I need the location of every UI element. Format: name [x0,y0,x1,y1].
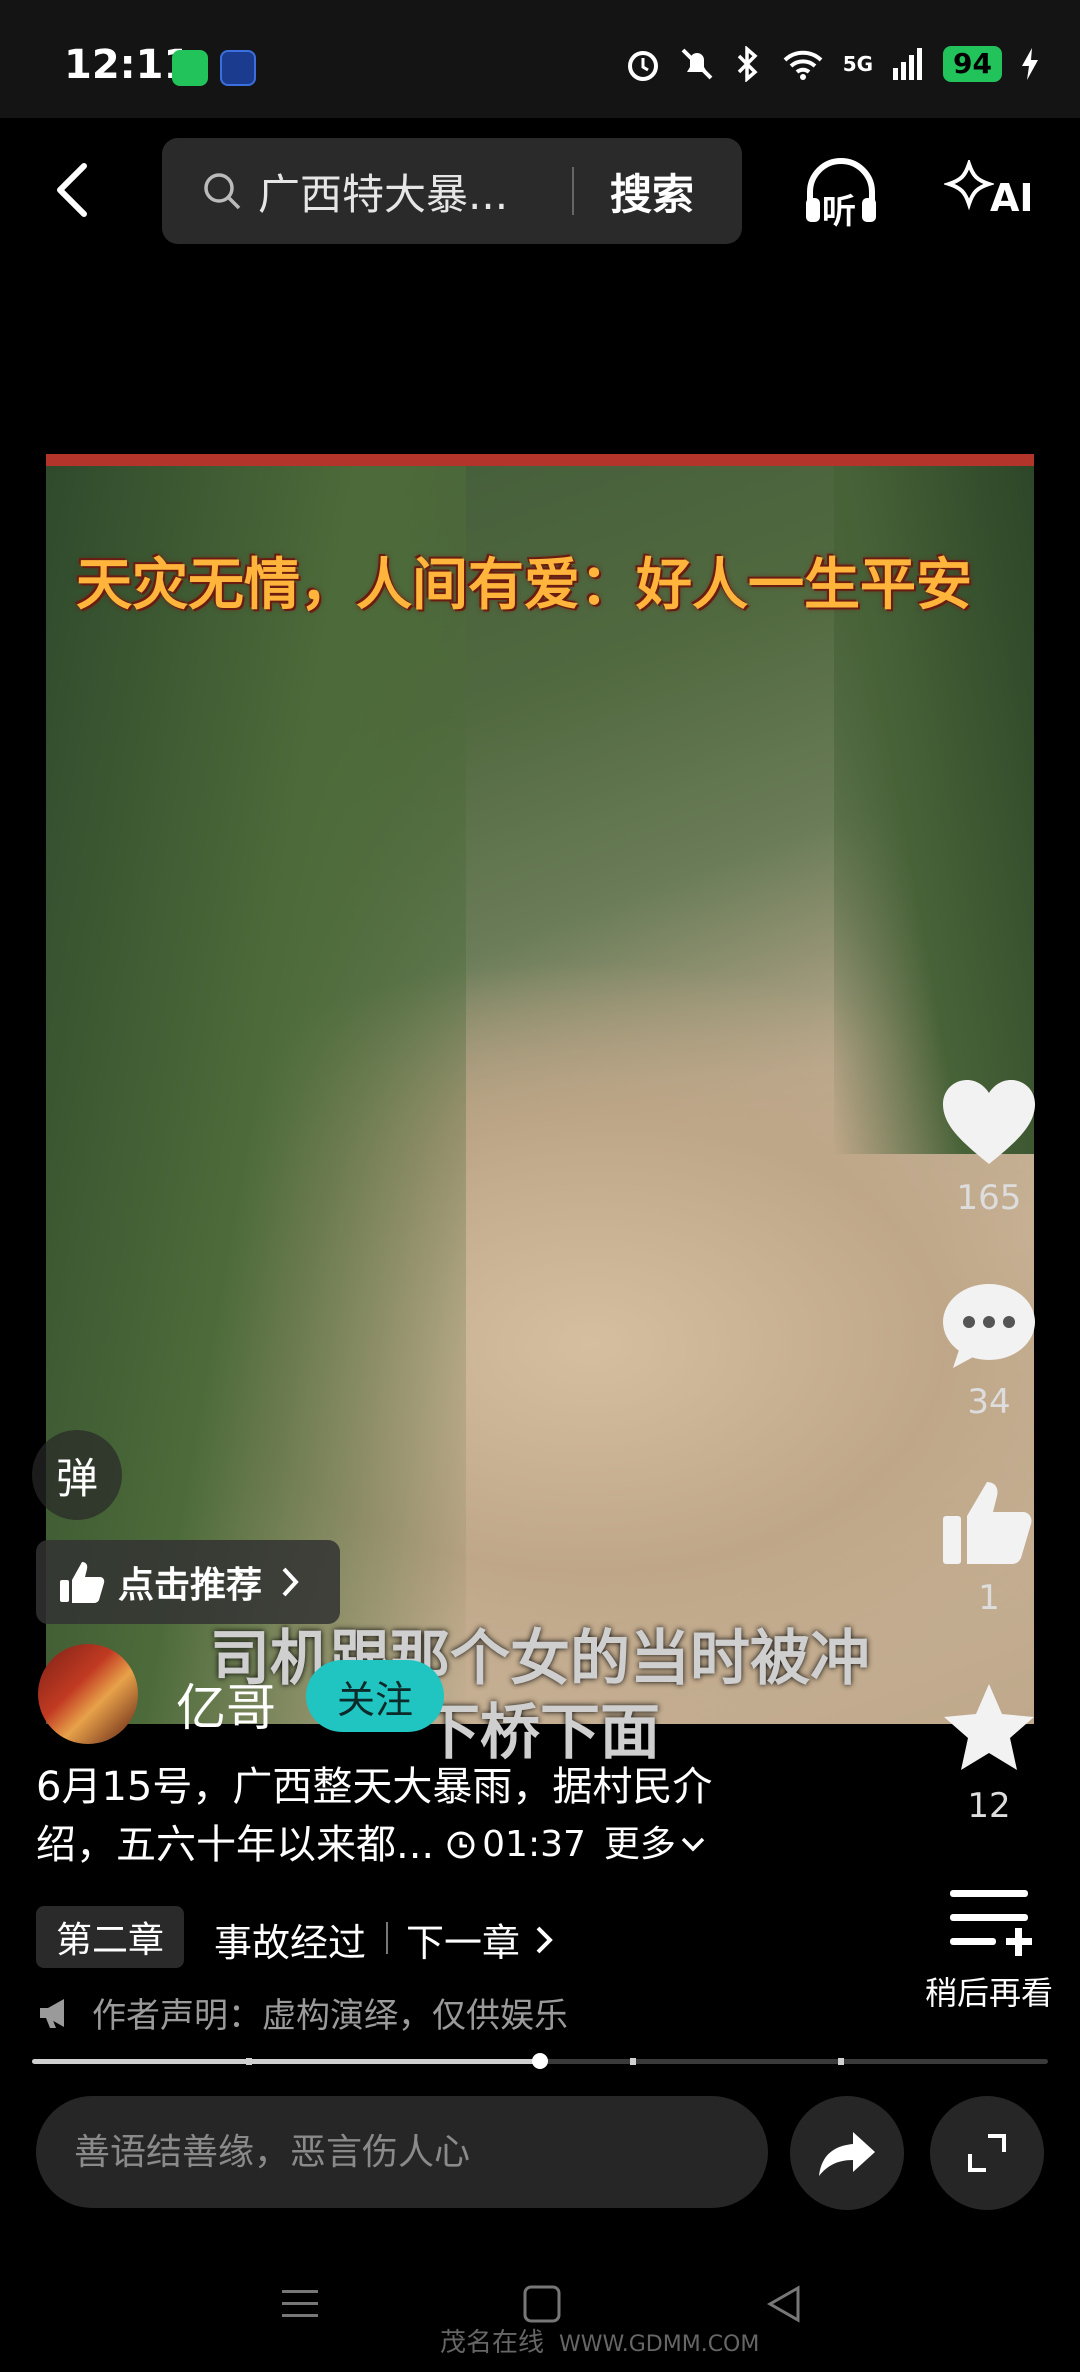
watch-later-button[interactable]: 稍后再看 [918,1884,1060,2014]
chapter-marker [838,2058,844,2065]
playlist-add-icon [950,1890,1032,1956]
ai-button[interactable]: AI [944,150,1034,232]
search-icon [204,173,241,210]
ai-label: AI [990,176,1034,220]
signal-icon [893,48,923,80]
video-headline: 天灾无情，人间有爱：好人一生平安 [76,553,972,618]
fullscreen-icon [968,2134,1006,2172]
thumbs-up-count: 1 [978,1578,1000,1618]
menu-nav-icon[interactable] [280,2286,320,2322]
comment-bubble-icon [943,1284,1035,1368]
clock-icon [447,1831,475,1859]
more-button[interactable]: 更多 [604,1816,676,1874]
search-button[interactable]: 搜索 [610,161,694,222]
comment-input[interactable] [36,2096,768,2208]
chevron-right-icon [536,1926,553,1953]
heart-icon [943,1080,1035,1164]
chapter-divider [386,1922,388,1954]
charging-icon [1022,48,1038,80]
bluetooth-icon [737,46,758,82]
listen-button[interactable]: 听 [800,150,882,232]
star-icon [944,1684,1034,1770]
chapter-marker [630,2058,636,2065]
status-icons: 5G 94 [625,44,1040,84]
chevron-right-icon [282,1567,299,1597]
share-button[interactable] [790,2096,904,2210]
ai-sparkle-icon [944,160,994,211]
megaphone-icon [40,1998,64,2028]
wechat-icon [172,50,208,86]
follow-button[interactable]: 关注 [306,1660,444,1732]
video-description[interactable]: 6月15号，广西整天大暴雨，据村民介 绍，五六十年以来都... 01:37 更多 [36,1758,916,1874]
network-type: 5G [842,52,874,76]
chevron-down-icon[interactable] [680,1835,706,1855]
video-duration: 01:37 [482,1824,586,1865]
chapter-badge[interactable]: 第二章 [36,1906,185,1968]
subtitle-line-1: 司机跟那个女的当时被冲 [210,1624,870,1694]
wifi-icon [783,50,823,80]
comment-button[interactable]: 34 [934,1280,1044,1422]
video-top-banner [46,454,1034,466]
watermark-url: WWW.GDMM.COM [559,2332,760,2357]
search-divider [572,167,574,215]
listen-label: 听 [822,192,856,232]
like-button[interactable]: 165 [934,1076,1044,1218]
favorite-count: 12 [967,1786,1011,1826]
favorite-button[interactable]: 12 [934,1680,1044,1826]
home-nav-icon[interactable] [522,2284,562,2324]
watermark: 茂名在线 WWW.GDMM.COM [440,2322,759,2359]
app-notification-icon [220,50,256,86]
share-arrow-icon [819,2132,875,2176]
chapter-title[interactable]: 事故经过 [214,1912,366,1967]
author-name[interactable]: 亿哥 [176,1668,276,1740]
search-query[interactable]: 广西特大暴... [258,161,558,222]
back-arrow-icon[interactable] [52,160,92,220]
recommend-label: 点击推荐 [118,1565,263,1606]
watermark-brand: 茂名在线 [440,2328,545,2358]
thumbs-up-icon [943,1482,1032,1564]
video-progress-fill [32,2059,540,2064]
like-count: 165 [956,1178,1022,1218]
thumbs-up-button[interactable]: 1 [934,1478,1044,1618]
mute-icon [681,48,713,80]
description-line-2: 绍，五六十年以来都... [36,1822,435,1868]
danmaku-toggle[interactable]: 弹 [32,1430,122,1520]
chapter-marker [246,2058,252,2065]
back-nav-icon[interactable] [764,2284,804,2324]
alarm-icon [627,51,658,81]
search-bar[interactable]: 广西特大暴... 搜索 [162,138,742,244]
video-subtitle: 司机跟那个女的当时被冲 下桥下面 [0,1622,1080,1770]
recommend-button[interactable]: 点击推荐 [36,1540,340,1624]
comment-count: 34 [967,1382,1011,1422]
video-vegetation-left [46,454,466,1724]
author-avatar[interactable] [38,1644,138,1744]
watch-later-label: 稍后再看 [924,1974,1053,2012]
danmaku-label: 弹 [55,1453,98,1503]
battery-level: 94 [943,46,1002,82]
description-line-1: 6月15号，广西整天大暴雨，据村民介 [36,1764,713,1810]
video-player[interactable]: 天灾无情，人间有爱：好人一生平安 [46,454,1034,1724]
fullscreen-button[interactable] [930,2096,1044,2210]
declaration-text: 作者声明：虚构演绎，仅供娱乐 [92,1996,568,2036]
next-chapter-button[interactable]: 下一章 [406,1912,556,1967]
next-chapter-label: 下一章 [406,1921,521,1965]
video-progress-handle[interactable] [532,2053,548,2069]
thumbs-up-small-icon [60,1562,105,1603]
author-declaration: 作者声明：虚构演绎，仅供娱乐 [36,1988,568,2037]
